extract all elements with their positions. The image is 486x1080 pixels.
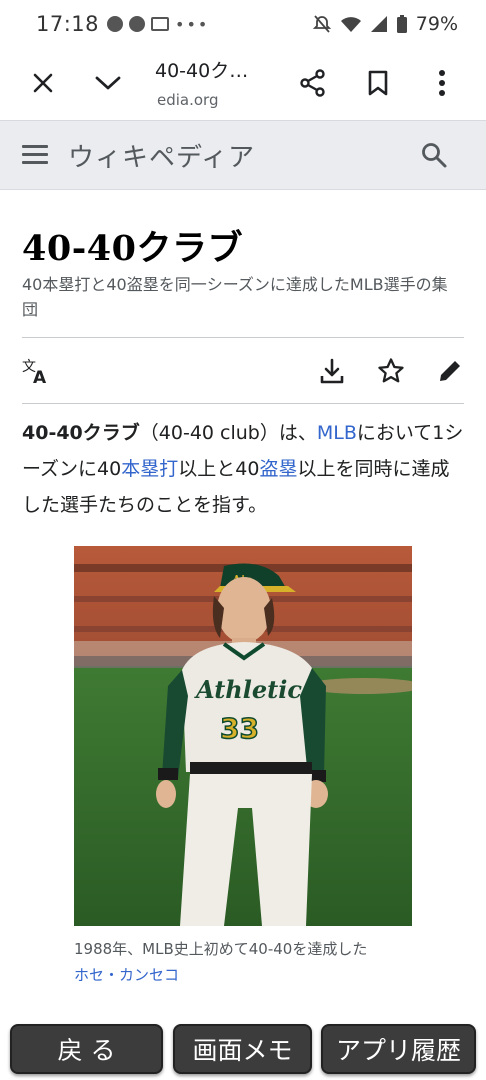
bookmark-button[interactable] xyxy=(356,61,400,105)
svg-text:Athletics: Athletics xyxy=(194,675,316,704)
bottom-button-bar: 戻 る 画面メモ アプリ履歴 xyxy=(0,1016,486,1080)
translate-icon: 文 A xyxy=(22,359,47,385)
wikipedia-logo[interactable]: ウィキペディア xyxy=(68,137,255,174)
page-description: 40本塁打と40盗塁を同一シーズンに達成したMLB選手の集団 xyxy=(22,275,448,319)
download-icon xyxy=(320,358,344,384)
minimize-button[interactable] xyxy=(86,61,130,105)
link-jose-canseco[interactable]: ホセ・カンセコ xyxy=(74,966,179,984)
close-tab-button[interactable] xyxy=(21,61,65,105)
image-caption: 1988年、MLB史上初めて40-40を達成した ホセ・カンセコ xyxy=(74,940,368,984)
status-time: 17:18 xyxy=(36,12,100,36)
download-button[interactable] xyxy=(316,355,348,387)
svg-text:A: A xyxy=(33,368,47,385)
language-button[interactable]: 文 A xyxy=(20,355,52,387)
close-icon xyxy=(33,73,53,93)
link-homerun[interactable]: 本塁打 xyxy=(121,458,178,480)
browser-toolbar: 40-40ク… edia.org xyxy=(0,48,486,118)
star-icon xyxy=(378,358,404,383)
notification-icons xyxy=(107,16,170,32)
divider xyxy=(22,337,464,338)
back-button[interactable]: 戻 る xyxy=(10,1024,163,1074)
url-display[interactable]: 40-40ク… edia.org xyxy=(155,56,275,109)
gallery-icon xyxy=(151,17,170,31)
share-button[interactable] xyxy=(291,61,335,105)
article-image[interactable]: A's Athletics 33 xyxy=(74,546,412,926)
link-stolen-base[interactable]: 盗塁 xyxy=(259,458,297,480)
menu-icon xyxy=(22,145,48,148)
pencil-icon xyxy=(440,361,460,381)
divider xyxy=(22,403,464,404)
watch-button[interactable] xyxy=(375,355,407,387)
share-icon xyxy=(300,69,325,97)
menu-button[interactable] xyxy=(22,145,48,165)
chevron-down-icon xyxy=(95,76,121,90)
status-bar: 17:18 ••• 79% xyxy=(0,0,486,48)
battery-percent: 79% xyxy=(415,13,458,35)
svg-text:33: 33 xyxy=(220,712,259,745)
bookmark-icon xyxy=(368,70,388,96)
facebook-icon xyxy=(107,16,124,32)
status-right: 79% xyxy=(312,13,458,35)
screen-memo-button[interactable]: 画面メモ xyxy=(173,1024,312,1074)
tab-title: 40-40ク… xyxy=(155,60,249,82)
more-options-button[interactable] xyxy=(420,61,464,105)
page-title: 40-40クラブ xyxy=(22,228,243,269)
battery-icon xyxy=(396,15,407,33)
more-notifications-icon: ••• xyxy=(175,14,210,34)
mute-icon xyxy=(312,15,331,33)
bold-term: 40-40クラブ xyxy=(22,422,140,444)
app-history-button[interactable]: アプリ履歴 xyxy=(321,1024,476,1074)
baseball-player-photo: A's Athletics 33 xyxy=(74,546,412,926)
search-button[interactable] xyxy=(420,141,450,171)
search-icon xyxy=(422,143,447,168)
edit-button[interactable] xyxy=(434,355,466,387)
line-icon xyxy=(129,16,146,32)
url-domain: edia.org xyxy=(157,91,219,109)
lead-paragraph: 40-40クラブ（40-40 club）は、MLBにおいて1シーズンに40本塁打… xyxy=(22,422,464,516)
wiki-header: ウィキペディア xyxy=(0,120,486,190)
link-mlb[interactable]: MLB xyxy=(317,422,357,444)
more-vert-icon xyxy=(439,70,445,96)
signal-icon xyxy=(370,16,387,32)
wifi-icon xyxy=(340,17,361,32)
